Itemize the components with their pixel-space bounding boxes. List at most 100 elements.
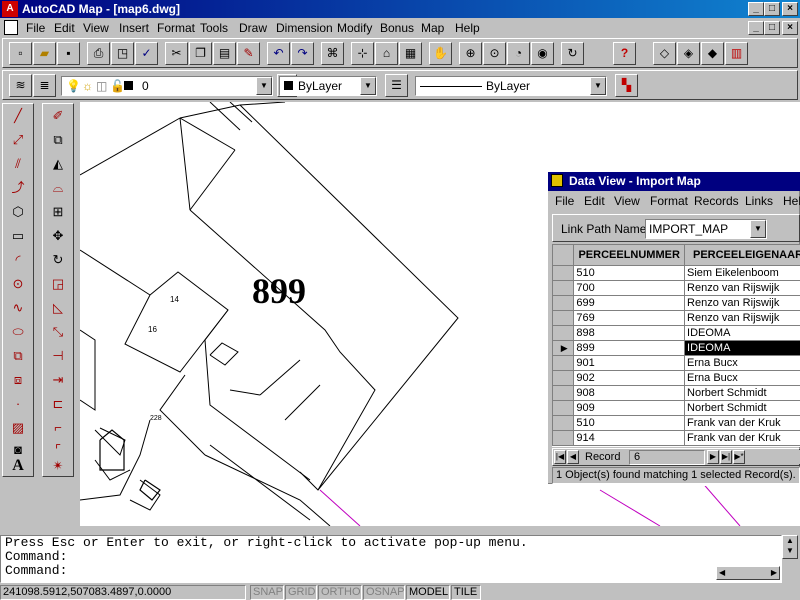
object-snap-icon[interactable]: ⊹ — [351, 42, 374, 65]
table-row[interactable]: 510 Frank van der Kruk — [552, 415, 800, 431]
color-dropdown-arrow[interactable]: ▼ — [360, 77, 376, 95]
ortho-toggle[interactable]: ORTHO — [318, 585, 362, 600]
table-row[interactable]: 898 IDEOMA — [552, 325, 800, 341]
paste-icon[interactable]: ▤ — [213, 42, 236, 65]
cell-perceeleigenaar[interactable]: Renzo van Rijswijk — [684, 295, 800, 311]
cell-perceelnummer[interactable]: 901 — [573, 355, 686, 371]
cell-perceelnummer[interactable]: 769 — [573, 310, 686, 326]
row-selector[interactable] — [552, 310, 575, 326]
make-object-layer-current-icon[interactable]: ≋ — [9, 74, 32, 97]
linetype-dropdown-arrow[interactable]: ▼ — [590, 77, 606, 95]
ellipse-icon[interactable]: ⬭ — [6, 322, 30, 344]
zoom-previous-icon[interactable]: ◔ — [507, 42, 530, 65]
cell-perceelnummer[interactable]: 510 — [573, 265, 686, 281]
cell-perceeleigenaar[interactable]: Erna Bucx — [684, 370, 800, 386]
cell-perceelnummer[interactable]: 909 — [573, 400, 686, 416]
command-prompt[interactable]: Command: — [1, 564, 781, 578]
autocad-app-icon[interactable]: A — [2, 1, 18, 17]
dv-menu-view[interactable]: View — [614, 194, 640, 208]
redraw-icon[interactable]: ↻ — [561, 42, 584, 65]
cell-perceelnummer[interactable]: 902 — [573, 370, 686, 386]
spell-check-icon[interactable]: ✓ — [135, 42, 158, 65]
explode-icon[interactable]: ✴ — [46, 456, 70, 478]
move-icon[interactable]: ✥ — [46, 226, 70, 248]
osnap-toggle[interactable]: OSNAP — [363, 585, 405, 600]
match-properties-icon[interactable]: ✎ — [237, 42, 260, 65]
mirror-icon[interactable]: ◭ — [46, 154, 70, 176]
menu-help[interactable]: Help — [455, 21, 480, 35]
table-row[interactable]: 700 Renzo van Rijswijk — [552, 280, 800, 296]
menu-format[interactable]: Format — [157, 21, 195, 35]
row-selector[interactable] — [552, 430, 575, 446]
new-icon[interactable]: ▫ — [9, 42, 32, 65]
row-selector[interactable] — [552, 355, 575, 371]
help-icon[interactable]: ? — [613, 42, 636, 65]
row-selector[interactable] — [552, 400, 575, 416]
snap-toggle[interactable]: SNAP — [250, 585, 284, 600]
save-icon[interactable]: ▪ — [57, 42, 80, 65]
dv-menu-format[interactable]: Format — [650, 194, 688, 208]
menu-tools[interactable]: Tools — [200, 21, 228, 35]
horizontal-scrollbar[interactable] — [749, 450, 800, 464]
spline-icon[interactable]: ∿ — [6, 298, 30, 320]
row-selector[interactable] — [552, 415, 575, 431]
maximize-button[interactable]: □ — [764, 2, 780, 16]
last-record-icon[interactable]: ▶| — [720, 450, 732, 464]
cell-perceeleigenaar[interactable]: Renzo van Rijswijk — [684, 310, 800, 326]
table-row[interactable]: 699 Renzo van Rijswijk — [552, 295, 800, 311]
table-row[interactable]: 908 Norbert Schmidt — [552, 385, 800, 401]
table-row[interactable]: ▶ 899 IDEOMA — [552, 340, 800, 356]
menu-insert[interactable]: Insert — [119, 21, 149, 35]
row-selector[interactable] — [552, 385, 575, 401]
link-path-dropdown[interactable]: IMPORT_MAP ▼ — [645, 219, 767, 239]
column-header-perceeleigenaar[interactable]: PERCEELEIGENAAR — [684, 244, 800, 266]
cell-perceelnummer[interactable]: 510 — [573, 415, 686, 431]
column-header-perceelnummer[interactable]: PERCEELNUMMER — [573, 244, 686, 266]
arc-icon[interactable]: ◜ — [6, 250, 30, 272]
properties-icon[interactable]: ▚ — [615, 74, 638, 97]
new-record-icon[interactable]: ▶* — [733, 450, 745, 464]
erase-icon[interactable]: ✐ — [46, 106, 70, 128]
coordinates-display[interactable]: 241098.5912,507083.4897,0.0000 — [0, 585, 246, 600]
record-number-field[interactable]: 6 — [629, 450, 705, 465]
scroll-right-icon[interactable]: ▶ — [771, 567, 777, 579]
data-view-titlebar[interactable]: Data View - Import Map — [548, 172, 800, 191]
menu-draw[interactable]: Draw — [239, 21, 267, 35]
table-row[interactable]: 901 Erna Bucx — [552, 355, 800, 371]
zoom-realtime-icon[interactable]: ⊕ — [459, 42, 482, 65]
table-row[interactable]: 510 Siem Eikelenboom — [552, 265, 800, 281]
lengthen-icon[interactable]: ⤡ — [46, 322, 70, 344]
grid-toggle[interactable]: GRID — [285, 585, 317, 600]
hatch-icon[interactable]: ▨ — [6, 418, 30, 440]
cell-perceeleigenaar[interactable]: Frank van der Kruk — [684, 430, 800, 446]
linetype-icon[interactable]: ☰ — [385, 74, 408, 97]
stretch-icon[interactable]: ◺ — [46, 298, 70, 320]
command-window[interactable]: Press Esc or Enter to exit, or right-cli… — [0, 535, 782, 583]
ucs-icon[interactable]: ⌂ — [375, 42, 398, 65]
cell-perceelnummer[interactable]: 700 — [573, 280, 686, 296]
first-record-icon[interactable]: |◀ — [554, 450, 566, 464]
cell-perceeleigenaar[interactable]: IDEOMA — [684, 325, 800, 341]
aerial-view-icon[interactable]: ◉ — [531, 42, 554, 65]
circle-icon[interactable]: ⊙ — [6, 274, 30, 296]
dv-menu-help[interactable]: Help — [783, 194, 800, 208]
map-table-icon[interactable]: ▥ — [725, 42, 748, 65]
scroll-left-icon[interactable]: ◀ — [719, 567, 725, 579]
row-selector[interactable] — [552, 370, 575, 386]
tag-icon[interactable]: ◇ — [653, 42, 676, 65]
print-icon[interactable]: ⎙ — [87, 42, 110, 65]
attach-icon[interactable]: ◈ — [677, 42, 700, 65]
cell-perceelnummer[interactable]: 899 — [573, 340, 686, 356]
polygon-icon[interactable]: ⬡ — [6, 202, 30, 224]
polyline-icon[interactable]: ⤴ — [6, 178, 30, 200]
table-row[interactable]: 769 Renzo van Rijswijk — [552, 310, 800, 326]
row-selector[interactable] — [552, 265, 575, 281]
previous-record-icon[interactable]: ◀ — [567, 450, 579, 464]
layer-dropdown-arrow[interactable]: ▼ — [256, 77, 272, 95]
scale-icon[interactable]: ◲ — [46, 274, 70, 296]
chamfer-icon[interactable]: ⌐ — [46, 418, 70, 440]
menu-modify[interactable]: Modify — [337, 21, 372, 35]
layer-dropdown[interactable]: 💡 ☼ ◫ 🔓 0 ▼ — [61, 76, 273, 96]
document-icon[interactable] — [4, 20, 18, 35]
array-icon[interactable]: ⊞ — [46, 202, 70, 224]
